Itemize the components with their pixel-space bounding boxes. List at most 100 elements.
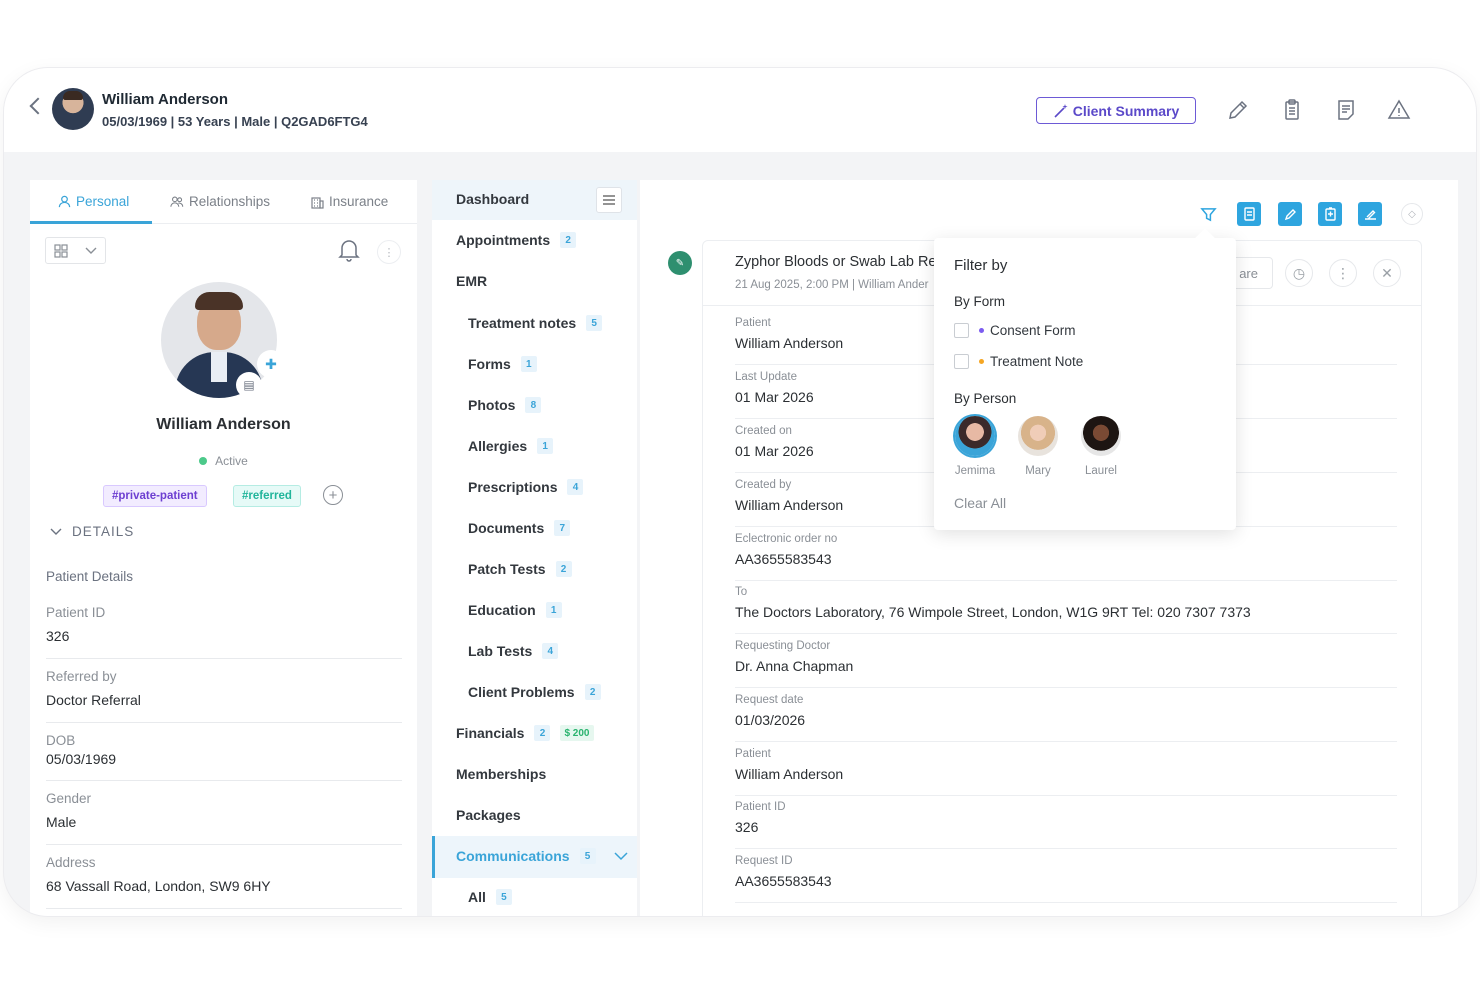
back-icon[interactable] [29,97,47,115]
more-options-icon[interactable]: ⋮ [377,240,401,264]
count-badge: 7 [554,520,571,536]
person-name: Mary [1025,465,1051,477]
filter-person-jemima[interactable]: Jemima [945,416,1005,477]
tab-personal-label: Personal [76,194,130,209]
count-badge: 2 [584,684,601,700]
nav-label: All [468,889,486,905]
filter-title: Filter by [954,257,1008,274]
field-value: The Doctors Laboratory, 76 Wimpole Stree… [735,604,1251,620]
tag-private-patient[interactable]: #private-patient [103,485,207,507]
field-referred-by: Referred by Doctor Referral [46,669,402,723]
filter-icon[interactable] [1200,206,1217,223]
nav-appointments[interactable]: Appointments 2 [456,232,577,248]
nav-emr[interactable]: EMR [456,273,487,289]
nav-label: Allergies [468,438,528,454]
bell-icon[interactable] [338,238,360,262]
checkbox[interactable] [954,323,969,338]
nav-prescriptions[interactable]: Prescriptions 4 [468,479,584,495]
notes-icon[interactable] [1334,98,1358,122]
patient-meta: 05/03/1969 | 53 Years | Male | Q2GAD6FTG… [102,114,368,129]
count-badge: 2 [534,725,551,741]
field-label: Request ID [735,855,793,867]
tag-referred[interactable]: #referred [233,485,301,507]
building-icon [311,196,324,209]
tab-personal[interactable]: Personal [58,194,129,209]
collapse-menu-icon[interactable] [596,187,622,213]
edit-tool-button[interactable] [1278,202,1302,226]
nav-forms[interactable]: Forms 1 [468,356,537,372]
menu-icon [603,195,615,205]
more-options-icon[interactable]: ⋮ [1329,259,1357,287]
record-field: Patient ID 326 [735,801,1397,849]
tab-insurance[interactable]: Insurance [310,194,388,209]
filter-option-consent-form[interactable]: Consent Form [954,323,1076,338]
record-subtitle: 21 Aug 2025, 2:00 PM | William Ander [735,279,929,291]
pills-icon[interactable]: ✚ [257,350,285,378]
close-icon[interactable]: ✕ [1373,259,1401,287]
nav-label: Communications [456,848,570,864]
nav-packages[interactable]: Packages [456,807,521,823]
nav-treatment-notes[interactable]: Treatment notes 5 [468,315,603,331]
filter-option-treatment-note[interactable]: Treatment Note [954,354,1083,369]
nav-client-problems[interactable]: Client Problems 2 [468,684,601,700]
nav-label: Financials [456,725,525,741]
count-badge: 1 [545,602,562,618]
record-field: Requesting Doctor Dr. Anna Chapman [735,640,1397,688]
clipboard-tool-button[interactable] [1318,202,1342,226]
field-patient-id: Patient ID 326 [46,605,402,659]
clipboard-icon[interactable] [1280,98,1304,122]
field-label: Request date [735,694,804,706]
nav-label: Appointments [456,232,551,248]
history-icon[interactable]: ◷ [1285,259,1313,287]
chevron-down-icon[interactable] [614,852,628,861]
card-icon[interactable]: ▤ [236,372,262,398]
count-badge: 4 [542,643,559,659]
nav-patch-tests[interactable]: Patch Tests 2 [468,561,572,577]
add-tag-icon[interactable]: + [323,485,343,505]
field-label: DOB [46,733,76,748]
field-value: Male [46,814,77,830]
chevron-down-icon [85,247,97,254]
nav-allergies[interactable]: Allergies 1 [468,438,554,454]
nav-lab-tests[interactable]: Lab Tests 4 [468,643,559,659]
nav-communications[interactable]: Communications 5 [456,848,596,864]
nav-dashboard[interactable]: Dashboard [456,191,529,207]
form-color-dot [979,359,984,364]
status-label: Active [215,454,248,468]
pencil-icon [1284,208,1296,220]
tab-relationships[interactable]: Relationships [170,194,270,209]
nav-memberships[interactable]: Memberships [456,766,546,782]
nav-financials[interactable]: Financials 2 $ 200 [456,725,594,741]
view-selector[interactable] [45,237,106,264]
clear-all-button[interactable]: Clear All [954,495,1006,511]
field-label: Patient [735,748,771,760]
checkbox[interactable] [954,354,969,369]
count-badge: 1 [520,356,537,372]
nav-education[interactable]: Education 1 [468,602,562,618]
avatar [1018,416,1058,456]
filter-popover: Filter by By Form Consent Form Treatment… [934,228,1236,530]
field-value: Doctor Referral [46,692,141,708]
nav-label: Documents [468,520,545,536]
count-badge: 8 [525,397,542,413]
nav-documents[interactable]: Documents 7 [468,520,571,536]
expand-icon[interactable]: ◇ [1401,203,1423,225]
document-tool-button[interactable] [1237,202,1261,226]
record-field: Request ID AA3655583543 [735,855,1397,903]
client-summary-button[interactable]: Client Summary [1036,97,1196,124]
details-toggle[interactable]: DETAILS [50,524,134,539]
nav-photos[interactable]: Photos 8 [468,397,542,413]
filter-person-mary[interactable]: Mary [1008,416,1068,477]
filter-person-laurel[interactable]: Laurel [1071,416,1131,477]
nav-label: Education [468,602,536,618]
record-title: Zyphor Bloods or Swab Lab Req [735,254,945,270]
nav-label: Treatment notes [468,315,577,331]
warning-icon[interactable] [1387,98,1411,122]
signature-tool-button[interactable] [1358,202,1382,226]
record-field: Patient William Anderson [735,748,1397,796]
avatar [955,416,995,456]
field-label: To [735,586,748,598]
count-badge: 4 [567,479,584,495]
pencil-icon[interactable] [1226,98,1250,122]
nav-all[interactable]: All 5 [468,889,512,905]
